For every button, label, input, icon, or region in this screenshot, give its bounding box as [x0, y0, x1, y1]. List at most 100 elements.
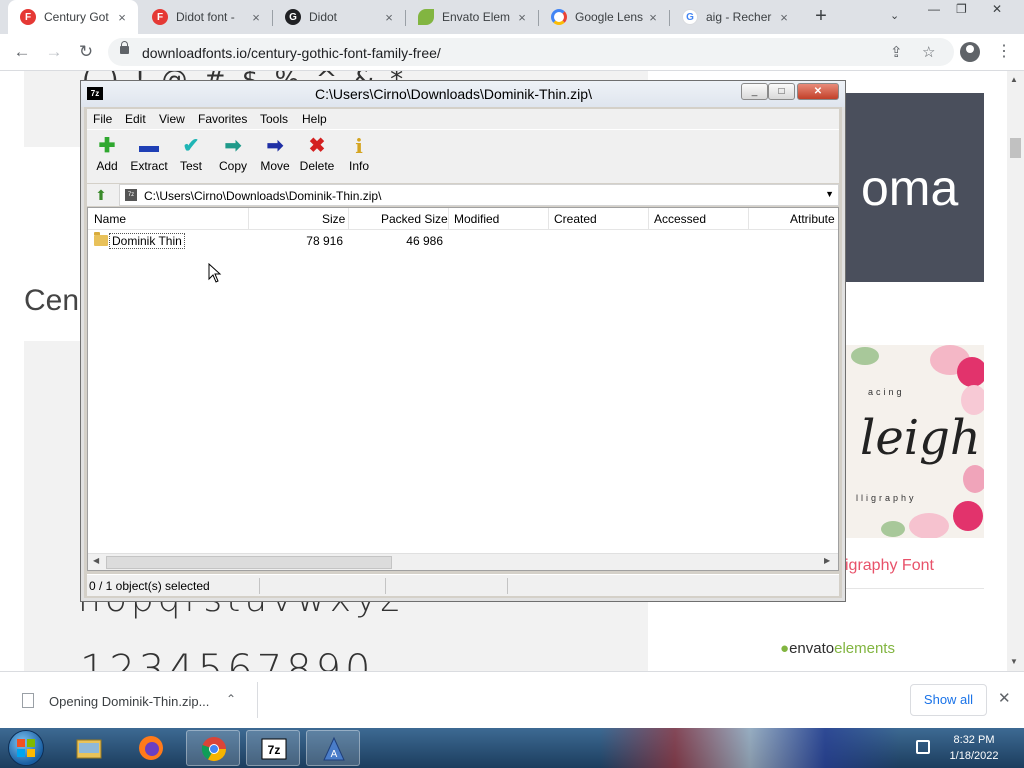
menu-tools[interactable]: Tools [260, 112, 288, 126]
tab-title: Envato Elem [442, 10, 511, 24]
scroll-left-arrow-icon[interactable]: ◀ [93, 556, 99, 565]
column-divider[interactable] [448, 208, 449, 230]
folder-icon [94, 232, 108, 246]
column-attributes[interactable]: Attribute [790, 212, 835, 226]
url-text[interactable]: downloadfonts.io/century-gothic-font-fam… [142, 45, 441, 61]
menu-favorites[interactable]: Favorites [198, 112, 247, 126]
info-button[interactable]: i Info [333, 134, 385, 173]
table-row[interactable]: Dominik Thin 78 916 46 986 [88, 232, 838, 250]
column-divider[interactable] [748, 208, 749, 230]
tab-google-search[interactable]: G aig - Recher × [670, 0, 800, 34]
menu-view[interactable]: View [159, 112, 185, 126]
svg-text:A: A [331, 749, 338, 760]
7zip-titlebar[interactable]: 7z C:\Users\Cirno\Downloads\Dominik-Thin… [81, 81, 845, 107]
column-accessed[interactable]: Accessed [654, 212, 706, 226]
taskbar-font-app[interactable]: A [306, 730, 360, 766]
file-list[interactable]: Name Size Packed Size Modified Created A… [87, 207, 839, 571]
taskbar-explorer[interactable] [62, 730, 116, 766]
restore-icon[interactable]: ❐ [956, 2, 967, 16]
download-item[interactable]: Opening Dominik-Thin.zip... ⌃ [12, 682, 258, 718]
ad-caption-link[interactable]: igraphy Font [845, 557, 934, 575]
reload-icon[interactable]: ↻ [76, 42, 96, 62]
page-heading: Cen [24, 284, 80, 317]
column-modified[interactable]: Modified [454, 212, 499, 226]
maximize-button[interactable]: □ [768, 83, 795, 100]
path-text[interactable]: C:\Users\Cirno\Downloads\Dominik-Thin.zi… [144, 189, 381, 203]
scroll-up-arrow-icon[interactable]: ▲ [1010, 75, 1018, 84]
close-button[interactable]: ✕ [797, 83, 839, 100]
tab-close-icon[interactable]: × [776, 10, 792, 25]
taskbar-7zip[interactable]: 7z [246, 730, 300, 766]
tab-title: Google Lens [575, 10, 644, 24]
dropdown-arrow-icon[interactable]: ▼ [825, 189, 834, 199]
7zip-icon: 7z [261, 738, 287, 760]
forward-arrow-icon[interactable]: → [44, 42, 64, 62]
tab-envato-elements[interactable]: Envato Elem × [406, 0, 538, 34]
show-all-button[interactable]: Show all [910, 684, 987, 716]
new-tab-button[interactable]: + [810, 6, 832, 28]
horizontal-scrollbar[interactable]: ◀ ▶ [88, 553, 838, 570]
network-icon[interactable] [916, 740, 930, 754]
column-name[interactable]: Name [94, 212, 126, 226]
tab-didot[interactable]: G Didot × [273, 0, 405, 34]
download-status-text[interactable]: Opening Dominik-Thin.zip... [49, 694, 209, 709]
page-scrollbar-thumb[interactable] [1010, 138, 1021, 158]
tab-search-icon[interactable]: ⌄ [890, 9, 899, 22]
tab-google-lens[interactable]: Google Lens × [539, 0, 669, 34]
tab-close-icon[interactable]: × [114, 10, 130, 25]
envato-logo-text: envato [789, 640, 835, 657]
tab-century-gothic[interactable]: F Century Got × [8, 0, 138, 34]
envato-elements-logo[interactable]: ●envatoelements [780, 640, 895, 657]
7zip-app-icon[interactable]: 7z [87, 87, 103, 100]
minimize-icon[interactable]: — [928, 2, 940, 16]
menu-edit[interactable]: Edit [125, 112, 146, 126]
tab-close-icon[interactable]: × [248, 10, 264, 25]
taskbar-chrome[interactable] [186, 730, 240, 766]
7zip-window: 7z C:\Users\Cirno\Downloads\Dominik-Thin… [80, 80, 846, 602]
lock-icon[interactable] [120, 41, 129, 54]
tab-close-icon[interactable]: × [514, 10, 530, 25]
profile-avatar-icon[interactable] [960, 42, 980, 62]
scroll-right-arrow-icon[interactable]: ▶ [824, 556, 830, 565]
file-name[interactable]: Dominik Thin [109, 233, 185, 249]
tab-didot-font[interactable]: F Didot font - × [140, 0, 272, 34]
envato-leaf-icon [418, 9, 434, 25]
menu-file[interactable]: File [93, 112, 112, 126]
clock-date: 1/18/2022 [949, 750, 999, 762]
close-window-icon[interactable]: ✕ [992, 2, 1002, 16]
system-clock[interactable]: 8:32 PM 1/18/2022 [944, 732, 1004, 764]
start-button[interactable] [8, 730, 44, 766]
status-divider [385, 578, 386, 594]
browser-menu-icon[interactable]: ⋮ [996, 41, 1012, 61]
taskbar-firefox[interactable] [124, 730, 178, 766]
path-combobox[interactable]: 7z C:\Users\Cirno\Downloads\Dominik-Thin… [119, 184, 839, 206]
tab-close-icon[interactable]: × [645, 10, 661, 25]
scroll-down-arrow-icon[interactable]: ▼ [1010, 657, 1018, 666]
column-divider[interactable] [548, 208, 549, 230]
column-divider[interactable] [348, 208, 349, 230]
chevron-up-icon[interactable]: ⌃ [226, 692, 236, 706]
status-text: 0 / 1 object(s) selected [89, 579, 210, 593]
envato-leaf-icon: ● [780, 640, 790, 657]
share-icon[interactable]: ⇪ [890, 43, 903, 61]
windows-logo-icon [17, 739, 37, 759]
menu-bar: File Edit View Favorites Tools Help [87, 109, 839, 129]
menu-help[interactable]: Help [302, 112, 327, 126]
tab-close-icon[interactable]: × [381, 10, 397, 25]
minimize-button[interactable]: _ [741, 83, 768, 100]
ad-floral-top-text: acing [868, 387, 905, 397]
column-created[interactable]: Created [554, 212, 597, 226]
close-download-bar-icon[interactable]: ✕ [998, 689, 1011, 707]
column-packed-size[interactable]: Packed Size [381, 212, 448, 226]
column-divider[interactable] [248, 208, 249, 230]
flower-decoration [909, 513, 949, 538]
page-scrollbar[interactable] [1007, 71, 1024, 671]
back-arrow-icon[interactable]: ← [12, 42, 32, 62]
bookmark-star-icon[interactable]: ☆ [922, 43, 935, 61]
column-divider[interactable] [648, 208, 649, 230]
file-packed-size: 46 986 [406, 234, 443, 248]
up-folder-icon[interactable]: ⬆ [93, 187, 109, 203]
horizontal-scrollbar-thumb[interactable] [106, 556, 392, 569]
address-bar[interactable]: downloadfonts.io/century-gothic-font-fam… [108, 38, 954, 66]
column-size[interactable]: Size [322, 212, 345, 226]
